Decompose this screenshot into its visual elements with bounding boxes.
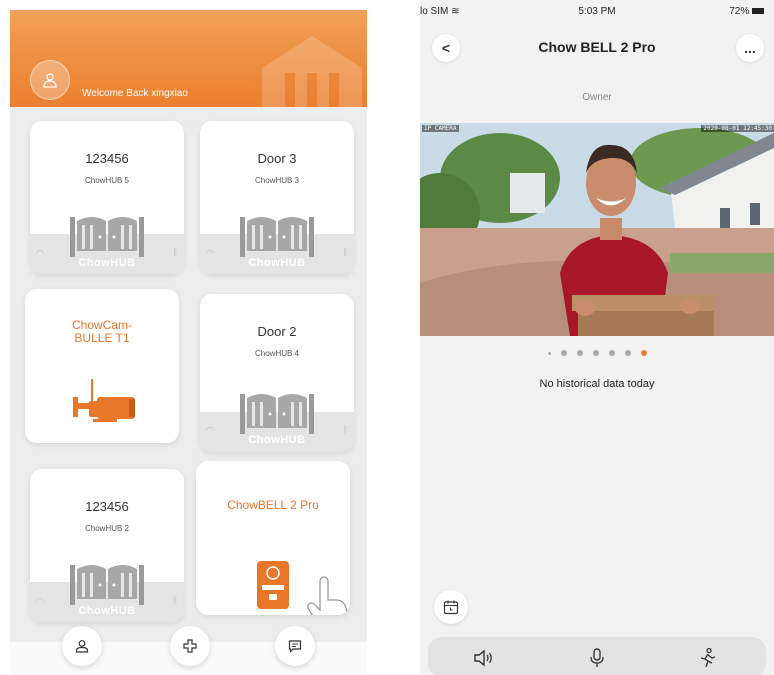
device-list-screen: Welcome Back xingxiao 123456 ChowHUB 5 C… bbox=[10, 10, 367, 675]
device-name: Door 2 bbox=[257, 324, 297, 339]
device-card-camera[interactable]: ChowCam-BULLE T1 bbox=[25, 289, 179, 443]
user-icon bbox=[43, 73, 57, 88]
doorbell-icon bbox=[257, 561, 289, 609]
page-title: Chow BELL 2 Pro bbox=[538, 39, 656, 55]
page-indicator bbox=[420, 350, 774, 356]
device-name: Door 3 bbox=[257, 151, 297, 166]
device-card-doorbell[interactable]: ChowBELL 2 Pro bbox=[196, 461, 350, 615]
battery-status: 72% bbox=[729, 6, 764, 17]
bluetooth-icon: ᛒ bbox=[172, 595, 178, 605]
hub-brand: ChowHUB bbox=[78, 257, 136, 269]
house-logo-icon bbox=[262, 36, 362, 107]
bluetooth-icon: ᛒ bbox=[342, 247, 348, 257]
nav-messages-button[interactable] bbox=[275, 626, 315, 666]
live-video-feed[interactable]: IP CAMERA 2020-08-01 12:45:30 bbox=[420, 123, 774, 336]
welcome-message: Welcome Back xingxiao bbox=[82, 88, 188, 99]
status-time: 5:03 PM bbox=[578, 6, 616, 17]
page-dot[interactable] bbox=[547, 351, 551, 355]
speaker-icon[interactable] bbox=[472, 647, 494, 669]
device-detail-screen: lo SIM ≋ 5:03 PM 72% < Chow BELL 2 Pro .… bbox=[420, 0, 774, 675]
more-dots-icon: ... bbox=[744, 40, 756, 56]
device-card-hub[interactable]: Door 2 ChowHUB 4 ChowHUB ◠ ᛒ bbox=[200, 294, 354, 452]
hub-brand: ChowHUB bbox=[78, 605, 136, 617]
device-model: ChowHUB 3 bbox=[254, 176, 299, 185]
avatar[interactable] bbox=[30, 60, 70, 100]
more-options-button[interactable]: ... bbox=[736, 34, 764, 62]
nav-add-device-button[interactable] bbox=[170, 626, 210, 666]
bullet-camera-icon bbox=[73, 379, 135, 422]
device-name: 123456 bbox=[85, 151, 129, 166]
battery-icon bbox=[752, 8, 764, 15]
status-bar: lo SIM ≋ 5:03 PM 72% bbox=[420, 0, 774, 24]
bluetooth-icon: ᛒ bbox=[342, 424, 348, 434]
page-dot[interactable] bbox=[640, 350, 647, 356]
device-model: ChowHUB 4 bbox=[254, 349, 299, 358]
calendar-button[interactable] bbox=[434, 590, 468, 624]
owner-label: Owner bbox=[582, 92, 612, 103]
empty-history-message: No historical data today bbox=[539, 378, 655, 390]
page-dot[interactable] bbox=[624, 350, 631, 356]
person-icon bbox=[75, 640, 89, 653]
bluetooth-icon: ᛒ bbox=[172, 247, 178, 257]
gate-icon bbox=[70, 217, 144, 257]
wifi-icon: ◠ bbox=[206, 248, 214, 258]
wifi-icon: ◠ bbox=[206, 425, 214, 435]
device-name: ChowBELL 2 Pro bbox=[227, 498, 319, 512]
device-card-hub[interactable]: Door 3 ChowHUB 3 ChowHUB ◠ ᛒ bbox=[200, 121, 354, 274]
device-card-hub[interactable]: 123456 ChowHUB 2 ChowHUB ◠ ᛒ bbox=[30, 469, 184, 622]
hub-brand: ChowHUB bbox=[248, 434, 306, 446]
control-bar bbox=[428, 637, 766, 675]
device-model: ChowHUB 2 bbox=[84, 524, 129, 533]
video-timestamp: 2020-08-01 12:45:30 bbox=[701, 125, 774, 132]
gate-icon bbox=[240, 394, 314, 434]
page-dot[interactable] bbox=[560, 350, 567, 356]
hub-brand: ChowHUB bbox=[248, 257, 306, 269]
nav-profile-button[interactable] bbox=[62, 626, 102, 666]
device-name: 123456 bbox=[85, 499, 129, 514]
navigation-bar: < Chow BELL 2 Pro ... bbox=[420, 28, 774, 68]
device-model: ChowHUB 5 bbox=[84, 176, 129, 185]
wifi-icon: ◠ bbox=[36, 248, 44, 258]
page-dot[interactable] bbox=[576, 350, 583, 356]
page-dot[interactable] bbox=[592, 350, 599, 356]
running-person-icon[interactable] bbox=[696, 647, 718, 669]
tap-hand-icon bbox=[307, 576, 348, 615]
device-card-hub[interactable]: 123456 ChowHUB 5 ChowHUB ◠ ᛒ bbox=[30, 121, 184, 274]
wifi-icon: ◠ bbox=[36, 596, 44, 606]
video-snapshot-image bbox=[420, 123, 774, 336]
calendar-icon bbox=[443, 600, 459, 615]
gate-icon bbox=[70, 565, 144, 605]
camera-label: IP CAMERA bbox=[422, 125, 459, 132]
page-dot[interactable] bbox=[608, 350, 615, 356]
microphone-icon[interactable] bbox=[586, 647, 608, 669]
welcome-header: Welcome Back xingxiao bbox=[10, 10, 367, 107]
plus-icon bbox=[183, 639, 197, 653]
message-icon bbox=[288, 640, 302, 653]
device-name: ChowCam-BULLE T1 bbox=[71, 318, 132, 345]
gate-icon bbox=[240, 217, 314, 257]
